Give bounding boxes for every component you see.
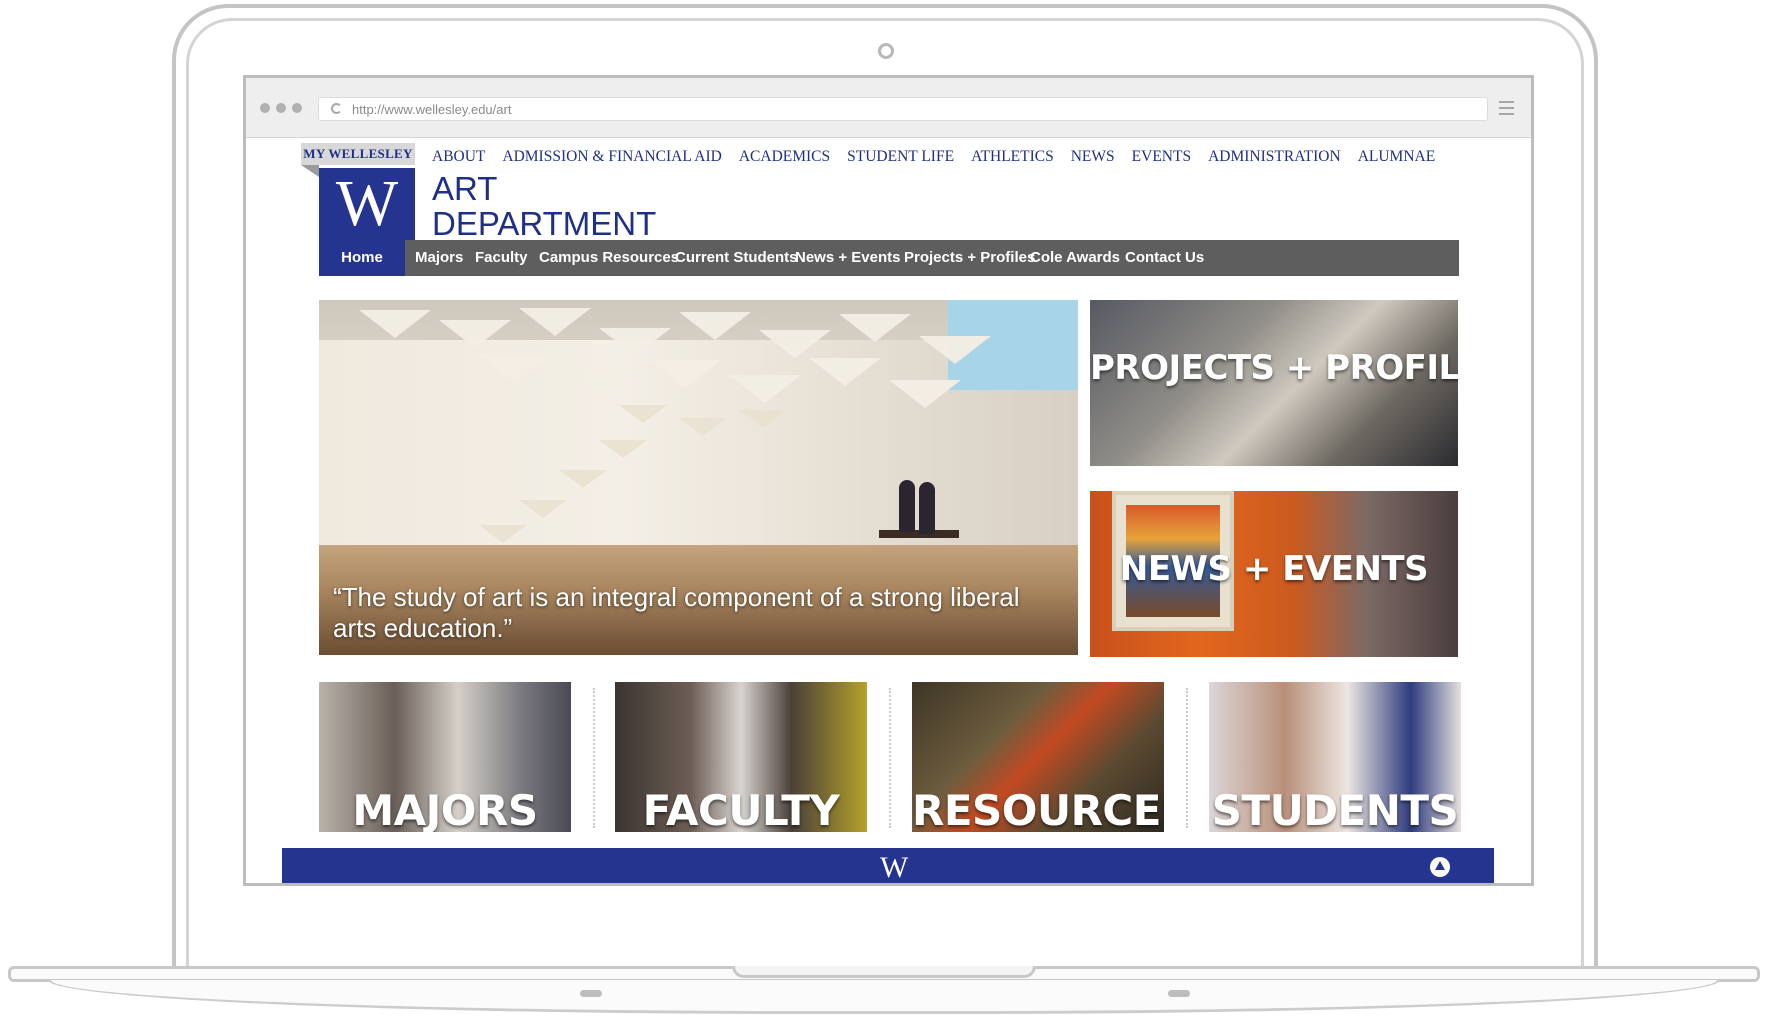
news-events-label: NEWS + EVENTS — [1119, 549, 1429, 589]
paper-sculpture-piece — [839, 314, 911, 342]
tile-divider — [889, 688, 891, 828]
topnav-athletics[interactable]: ATHLETICS — [971, 148, 1054, 166]
browser-toolbar: http://www.wellesley.edu/art — [246, 78, 1531, 138]
paper-sculpture-piece — [559, 470, 607, 488]
hero-banner[interactable]: “The study of art is an integral compone… — [319, 300, 1078, 655]
paper-sculpture-piece — [739, 410, 787, 428]
laptop-foot — [1168, 990, 1190, 997]
laptop-foot — [580, 990, 602, 997]
seated-person — [919, 482, 935, 534]
camera-icon — [878, 43, 894, 59]
paper-sculpture-piece — [479, 525, 527, 543]
tile-divider — [1186, 688, 1188, 828]
menu-icon[interactable] — [1499, 101, 1514, 115]
topnav-academics[interactable]: ACADEMICS — [739, 148, 830, 166]
paper-sculpture-piece — [649, 360, 721, 388]
students-label: STUDENTS — [1211, 786, 1459, 832]
topnav-student-life[interactable]: STUDENT LIFE — [847, 148, 954, 166]
faculty-tile[interactable]: FACULTY — [615, 682, 867, 832]
projects-profiles-tile[interactable]: PROJECTS + PROFILES — [1090, 300, 1458, 466]
reload-icon[interactable] — [331, 103, 342, 114]
window-minimize-dot[interactable] — [276, 103, 286, 113]
page-title-line1: ART — [432, 170, 498, 207]
paper-sculpture-piece — [759, 330, 831, 358]
topnav-events[interactable]: EVENTS — [1132, 148, 1191, 166]
paper-sculpture-piece — [919, 336, 991, 364]
faculty-label: FACULTY — [642, 786, 840, 832]
nav-cole-awards[interactable]: Cole Awards — [1030, 240, 1120, 276]
nav-home[interactable]: Home — [319, 240, 405, 276]
paper-sculpture-piece — [479, 355, 551, 383]
browser-window: http://www.wellesley.edu/art MY WELLESLE… — [243, 75, 1534, 886]
paper-sculpture-piece — [809, 358, 881, 386]
news-events-tile[interactable]: NEWS + EVENTS — [1090, 491, 1458, 657]
majors-label: MAJORS — [352, 786, 538, 832]
nav-faculty[interactable]: Faculty — [475, 240, 528, 276]
nav-majors[interactable]: Majors — [415, 240, 463, 276]
url-text[interactable]: http://www.wellesley.edu/art — [352, 102, 511, 117]
nav-news-events[interactable]: News + Events — [795, 240, 900, 276]
majors-tile[interactable]: MAJORS — [319, 682, 571, 832]
topnav-admission[interactable]: ADMISSION & FINANCIAL AID — [502, 148, 721, 166]
paper-sculpture-piece — [889, 380, 961, 408]
my-wellesley-link[interactable]: MY WELLESLEY — [301, 143, 415, 165]
nav-contact-us[interactable]: Contact Us — [1125, 240, 1204, 276]
tile-divider — [593, 688, 595, 828]
window-close-dot[interactable] — [260, 103, 270, 113]
laptop-base — [48, 980, 1720, 1014]
wellesley-logo[interactable]: W — [319, 168, 415, 240]
back-to-top-icon[interactable] — [1430, 857, 1450, 877]
address-bar[interactable]: http://www.wellesley.edu/art — [318, 97, 1488, 121]
topnav-alumnae[interactable]: ALUMNAE — [1358, 148, 1436, 166]
top-navigation: ABOUT ADMISSION & FINANCIAL AID ACADEMIC… — [432, 148, 1435, 166]
site-footer: W — [282, 848, 1494, 883]
paper-sculpture-piece — [439, 320, 511, 348]
hero-quote: “The study of art is an integral compone… — [333, 582, 1020, 643]
logo-letter: W — [335, 167, 399, 240]
paper-sculpture-piece — [359, 310, 431, 338]
topnav-news[interactable]: NEWS — [1071, 148, 1115, 166]
students-tile[interactable]: STUDENTS — [1209, 682, 1461, 832]
resources-tile[interactable]: RESOURCES — [912, 682, 1164, 832]
nav-current-students[interactable]: Current Students — [675, 240, 798, 276]
topnav-administration[interactable]: ADMINISTRATION — [1208, 148, 1341, 166]
footer-logo[interactable]: W — [880, 851, 908, 883]
paper-sculpture-piece — [679, 418, 727, 436]
projects-profiles-label: PROJECTS + PROFILES — [1090, 348, 1458, 388]
resources-label: RESOURCES — [912, 786, 1164, 832]
paper-sculpture-piece — [599, 440, 647, 458]
paper-sculpture-piece — [619, 405, 667, 423]
paper-sculpture-piece — [599, 328, 671, 356]
paper-sculpture-piece — [729, 375, 801, 403]
page-title: ART DEPARTMENT — [432, 171, 732, 241]
topnav-about[interactable]: ABOUT — [432, 148, 485, 166]
nav-projects-profiles[interactable]: Projects + Profiles — [904, 240, 1035, 276]
paper-sculpture-piece — [519, 500, 567, 518]
nav-campus-resources[interactable]: Campus Resources — [539, 240, 679, 276]
laptop-hinge-notch — [732, 966, 1036, 978]
page-title-line2: DEPARTMENT — [432, 205, 657, 242]
main-navigation: Home Majors Faculty Campus Resources Cur… — [319, 240, 1459, 276]
paper-sculpture-piece — [679, 312, 751, 340]
ribbon-fold — [301, 165, 319, 177]
paper-sculpture-piece — [519, 308, 591, 336]
paper-sculpture-piece — [569, 370, 641, 398]
window-zoom-dot[interactable] — [292, 103, 302, 113]
seated-person — [899, 480, 915, 532]
